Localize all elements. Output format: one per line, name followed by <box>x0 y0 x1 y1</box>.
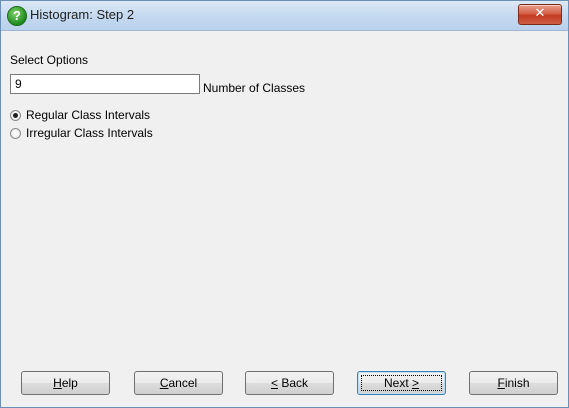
window-title: Histogram: Step 2 <box>30 7 135 22</box>
help-button[interactable]: Help <box>21 371 110 395</box>
regular-intervals-label: Regular Class Intervals <box>26 108 151 122</box>
number-of-classes-label: Number of Classes <box>203 81 306 95</box>
irregular-intervals-label: Irregular Class Intervals <box>26 126 153 140</box>
select-options-label: Select Options <box>10 53 89 67</box>
irregular-intervals-option[interactable]: Irregular Class Intervals <box>10 125 153 141</box>
next-button[interactable]: Next > <box>357 371 446 395</box>
close-icon: ✕ <box>534 6 546 21</box>
regular-intervals-option[interactable]: Regular Class Intervals <box>10 107 150 123</box>
dialog-window: ? Histogram: Step 2 ✕ Select Options Num… <box>0 0 569 408</box>
title-bar[interactable]: ? Histogram: Step 2 ✕ <box>1 1 568 31</box>
question-mark-icon: ? <box>7 6 27 26</box>
back-button[interactable]: < Back <box>245 371 334 395</box>
irregular-intervals-radio[interactable] <box>10 127 21 139</box>
finish-button[interactable]: Finish <box>469 371 558 395</box>
number-of-classes-input[interactable] <box>10 74 200 94</box>
dialog-body: Select Options Number of Classes Regular… <box>1 31 568 407</box>
close-button[interactable]: ✕ <box>518 4 562 25</box>
regular-intervals-radio[interactable] <box>10 109 21 121</box>
cancel-button[interactable]: Cancel <box>134 371 223 395</box>
